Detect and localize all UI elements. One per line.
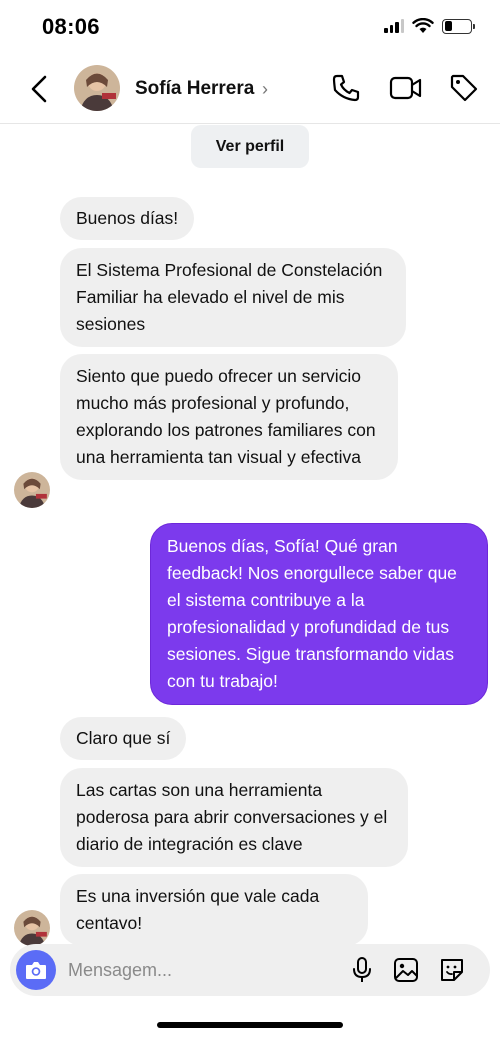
call-button[interactable] bbox=[328, 70, 364, 106]
voice-message-button[interactable] bbox=[346, 954, 378, 986]
battery-icon bbox=[442, 18, 475, 34]
camera-button[interactable] bbox=[16, 950, 56, 990]
status-time: 08:06 bbox=[42, 14, 100, 39]
gallery-button[interactable] bbox=[390, 954, 422, 986]
status-icons bbox=[384, 18, 475, 34]
view-profile-button[interactable]: Ver perfil bbox=[191, 125, 309, 168]
video-camera-icon bbox=[389, 76, 422, 100]
contact-avatar-small bbox=[14, 472, 50, 508]
chevron-left-icon bbox=[31, 75, 47, 103]
message-bubble-outgoing[interactable]: Buenos días, Sofía! Qué gran feedback! N… bbox=[150, 523, 488, 705]
wifi-icon bbox=[412, 18, 434, 33]
home-indicator bbox=[157, 1022, 343, 1028]
status-bar: 08:06 bbox=[0, 0, 500, 54]
message-input[interactable] bbox=[68, 954, 338, 986]
back-button[interactable] bbox=[22, 72, 56, 106]
tag-button[interactable] bbox=[446, 70, 482, 106]
chat-header: Sofía Herrera › bbox=[0, 54, 500, 124]
tag-icon bbox=[450, 74, 478, 102]
message-bubble-incoming[interactable]: Las cartas son una herramienta poderosa … bbox=[60, 768, 408, 867]
contact-name[interactable]: Sofía Herrera bbox=[135, 78, 254, 100]
sticker-button[interactable] bbox=[436, 954, 468, 986]
message-bubble-incoming[interactable]: Claro que sí bbox=[60, 717, 187, 760]
video-call-button[interactable] bbox=[388, 70, 424, 106]
contact-avatar[interactable] bbox=[74, 65, 120, 111]
phone-icon bbox=[332, 74, 360, 102]
chevron-right-icon: › bbox=[262, 79, 268, 99]
message-composer bbox=[10, 944, 490, 996]
camera-icon bbox=[26, 962, 46, 979]
sticker-icon bbox=[441, 959, 463, 981]
contact-avatar-small bbox=[14, 910, 50, 946]
message-bubble-incoming[interactable]: Siento que puedo ofrecer un servicio muc… bbox=[60, 354, 398, 480]
message-bubble-incoming[interactable]: Es una inversión que vale cada centavo! bbox=[60, 874, 368, 946]
signal-icon bbox=[384, 19, 404, 33]
message-bubble-incoming[interactable]: Buenos días! bbox=[60, 197, 195, 240]
message-bubble-incoming[interactable]: El Sistema Profesional de Constelación F… bbox=[60, 248, 406, 347]
microphone-icon bbox=[353, 957, 371, 982]
image-icon bbox=[394, 958, 418, 982]
